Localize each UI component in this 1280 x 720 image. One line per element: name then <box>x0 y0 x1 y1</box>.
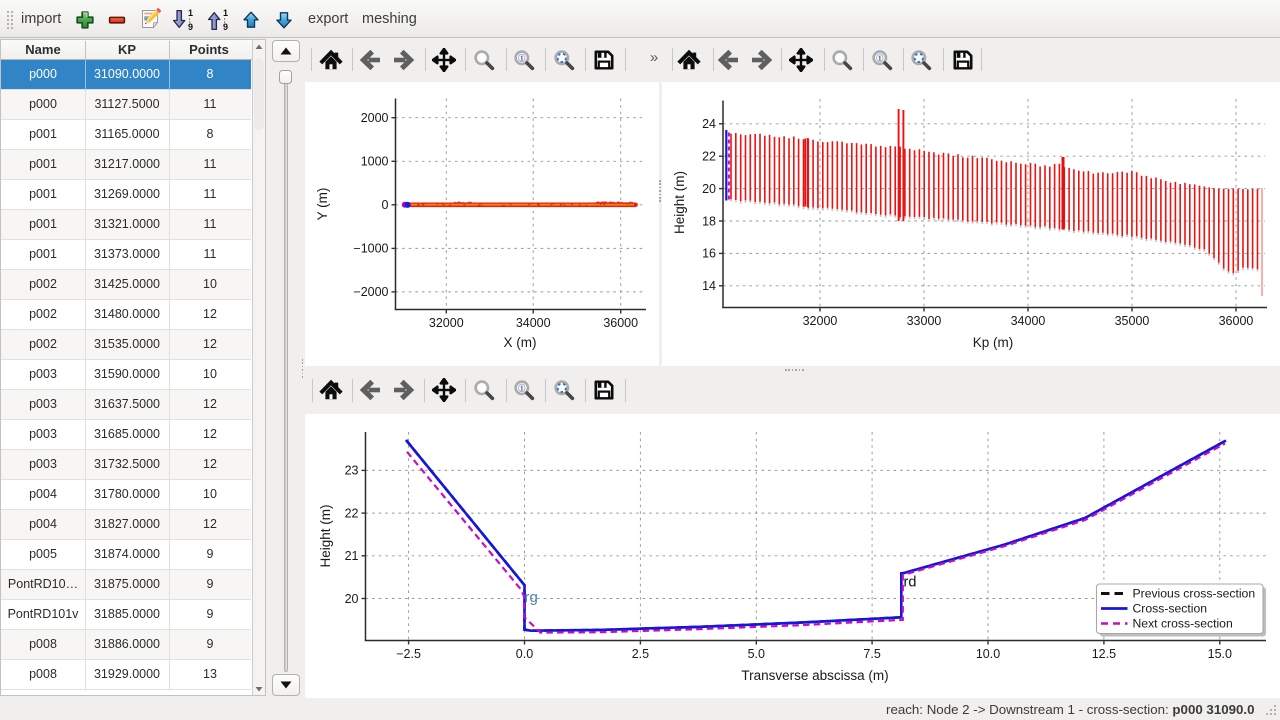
svg-text:9: 9 <box>223 22 228 32</box>
svg-text:9: 9 <box>188 22 193 32</box>
svg-text:1: 1 <box>223 8 228 18</box>
svg-text:1: 1 <box>878 53 882 62</box>
svg-text:1: 1 <box>188 8 193 18</box>
svg-text:1: 1 <box>520 53 524 62</box>
svg-text:1: 1 <box>520 384 524 393</box>
